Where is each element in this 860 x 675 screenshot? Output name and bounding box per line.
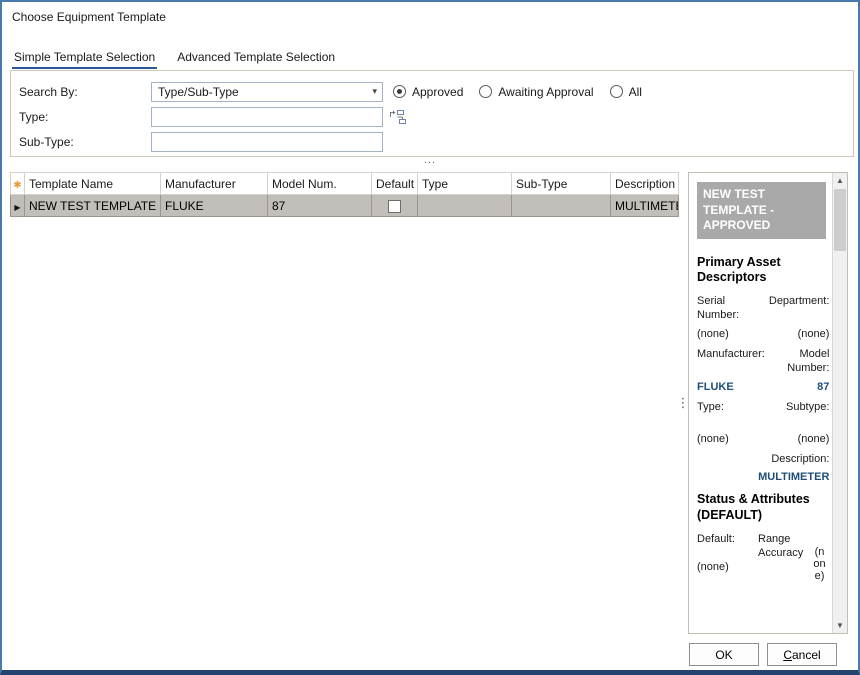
- main-area: ✱ Template Name Manufacturer Model Num. …: [10, 172, 850, 634]
- column-header-sub-type[interactable]: Sub-Type: [512, 173, 611, 195]
- department-value: (none): [769, 327, 830, 341]
- cell-template-name[interactable]: NEW TEST TEMPLATE: [25, 195, 161, 217]
- description-value: MULTIMETER: [697, 470, 829, 484]
- scroll-up-icon[interactable]: ▲: [833, 173, 847, 188]
- range-accuracy-field: Range Accuracy: [758, 532, 808, 582]
- detail-scrollbar[interactable]: ▲ ▼: [832, 173, 847, 633]
- search-by-row: Search By: Type/Sub-Type ▾ Approved Awai…: [19, 81, 845, 102]
- serial-number-label: Serial Number:: [697, 294, 765, 323]
- model-number-field: Model Number: 87: [769, 347, 830, 394]
- primary-descriptors-heading: Primary Asset Descriptors: [697, 255, 826, 286]
- grid-corner-cell[interactable]: ✱: [11, 173, 25, 195]
- scrollbar-track[interactable]: [833, 188, 847, 618]
- serial-number-value: (none): [697, 327, 765, 341]
- cell-sub-type[interactable]: [512, 195, 611, 217]
- subtype-label: Sub-Type:: [19, 135, 151, 149]
- selected-template-header: NEW TEST TEMPLATE - APPROVED: [697, 182, 826, 239]
- dialog-title: Choose Equipment Template: [12, 10, 166, 24]
- cell-model-num[interactable]: 87: [268, 195, 372, 217]
- column-header-description[interactable]: Description: [611, 173, 679, 195]
- subtype-field: Subtype: (none): [769, 400, 830, 446]
- new-row-star-icon: ✱: [13, 180, 21, 191]
- model-number-value: 87: [769, 380, 830, 394]
- cell-description[interactable]: MULTIMETER: [611, 195, 679, 217]
- cell-manufacturer[interactable]: FLUKE: [161, 195, 268, 217]
- column-header-default[interactable]: Default: [372, 173, 418, 195]
- department-label: Department:: [769, 294, 830, 308]
- type-input[interactable]: [151, 107, 383, 127]
- subtype-detail-label: Subtype:: [769, 400, 830, 414]
- type-row: Type:: [19, 106, 845, 127]
- manufacturer-label: Manufacturer:: [697, 347, 765, 361]
- ok-button-label: OK: [690, 648, 758, 662]
- status-attributes-grid: Default: (none) Range Accuracy (none): [697, 532, 826, 582]
- description-field: Description: MULTIMETER: [697, 452, 829, 485]
- radio-all-circle-icon: [610, 85, 623, 98]
- search-by-selected-value: Type/Sub-Type: [158, 85, 239, 99]
- model-number-label: Model Number:: [769, 347, 830, 376]
- search-by-dropdown[interactable]: Type/Sub-Type ▾: [151, 82, 383, 102]
- radio-awaiting-label: Awaiting Approval: [498, 85, 593, 99]
- serial-number-field: Serial Number: (none): [697, 294, 765, 341]
- cell-default: [372, 195, 418, 217]
- radio-approved[interactable]: Approved: [393, 85, 463, 99]
- approval-filter-group: Approved Awaiting Approval All: [393, 85, 642, 99]
- default-label: Default:: [697, 532, 753, 546]
- scroll-down-icon[interactable]: ▼: [833, 618, 847, 633]
- primary-descriptors-grid: Serial Number: (none) Department: (none)…: [697, 294, 826, 484]
- radio-all-label: All: [629, 85, 642, 99]
- table-row[interactable]: ▶ NEW TEST TEMPLATE FLUKE 87 MULTIMETER: [11, 195, 679, 217]
- radio-all[interactable]: All: [610, 85, 642, 99]
- dialog-titlebar: Choose Equipment Template: [2, 2, 858, 32]
- template-detail-panel: NEW TEST TEMPLATE - APPROVED Primary Ass…: [688, 172, 848, 634]
- choose-equipment-template-dialog: Choose Equipment Template Simple Templat…: [0, 0, 860, 675]
- grid-header-row: ✱ Template Name Manufacturer Model Num. …: [11, 173, 679, 195]
- row-indicator-cell: ▶: [11, 195, 25, 217]
- column-header-model-num[interactable]: Model Num.: [268, 173, 372, 195]
- type-detail-value: (none): [697, 432, 765, 446]
- cancel-button-label: Cancel: [768, 648, 836, 662]
- type-field: Type: (none): [697, 400, 765, 446]
- cell-type[interactable]: [418, 195, 512, 217]
- ok-button[interactable]: OK: [689, 643, 759, 666]
- detail-content: NEW TEST TEMPLATE - APPROVED Primary Ass…: [689, 173, 832, 633]
- manufacturer-value: FLUKE: [697, 380, 765, 394]
- tab-bar: Simple Template Selection Advanced Templ…: [12, 48, 337, 69]
- status-attributes-heading: Status & Attributes (DEFAULT): [697, 492, 826, 523]
- subtype-row: Sub-Type:: [19, 131, 845, 152]
- scrollbar-thumb[interactable]: [834, 189, 846, 251]
- radio-awaiting-approval[interactable]: Awaiting Approval: [479, 85, 593, 99]
- tab-advanced-template-selection[interactable]: Advanced Template Selection: [175, 48, 337, 69]
- template-grid: ✱ Template Name Manufacturer Model Num. …: [10, 172, 678, 634]
- default-value: (none): [697, 560, 753, 574]
- range-accuracy-value: (none): [813, 546, 826, 582]
- column-header-type[interactable]: Type: [418, 173, 512, 195]
- range-accuracy-label: Range Accuracy: [758, 532, 808, 561]
- type-detail-label: Type:: [697, 400, 765, 414]
- vertical-splitter-grip[interactable]: ⋮: [678, 172, 688, 634]
- range-accuracy-value-cell: (none): [813, 532, 826, 582]
- cancel-button[interactable]: Cancel: [767, 643, 837, 666]
- default-checkbox[interactable]: [388, 200, 401, 213]
- subtype-input[interactable]: [151, 132, 383, 152]
- search-by-label: Search By:: [19, 85, 151, 99]
- hierarchy-picker-icon[interactable]: [389, 109, 406, 125]
- manufacturer-field: Manufacturer: FLUKE: [697, 347, 765, 394]
- search-panel: Search By: Type/Sub-Type ▾ Approved Awai…: [10, 70, 854, 157]
- horizontal-splitter-handle[interactable]: ...: [2, 155, 858, 169]
- department-field: Department: (none): [769, 294, 830, 341]
- subtype-detail-value: (none): [769, 432, 830, 446]
- radio-approved-label: Approved: [412, 85, 463, 99]
- default-field: Default: (none): [697, 532, 753, 582]
- radio-awaiting-circle-icon: [479, 85, 492, 98]
- row-pointer-icon: ▶: [14, 203, 20, 212]
- type-label: Type:: [19, 110, 151, 124]
- radio-approved-circle-icon: [393, 85, 406, 98]
- tab-simple-template-selection[interactable]: Simple Template Selection: [12, 48, 157, 69]
- chevron-down-icon: ▾: [372, 86, 377, 97]
- description-label: Description:: [697, 452, 829, 466]
- column-header-template-name[interactable]: Template Name: [25, 173, 161, 195]
- column-header-manufacturer[interactable]: Manufacturer: [161, 173, 268, 195]
